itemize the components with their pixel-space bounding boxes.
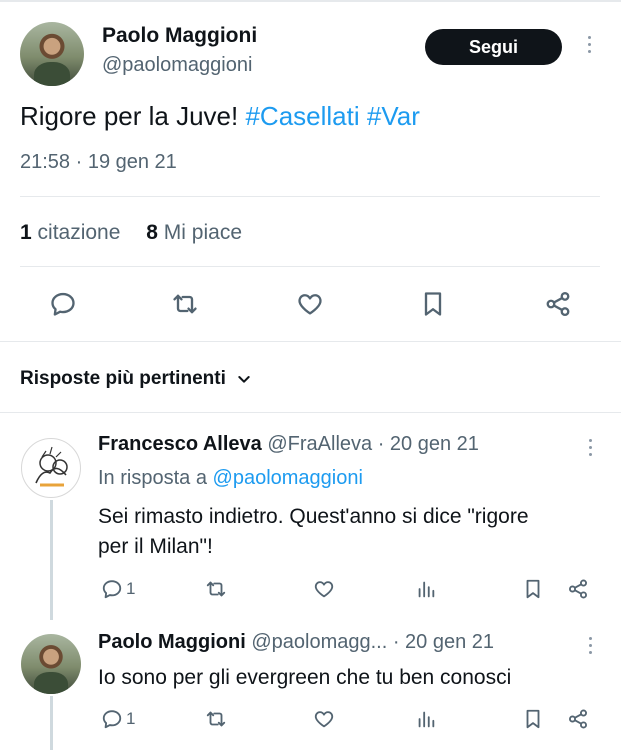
reply-header: Paolo Maggioni @paolomagg... · 20 gen 21	[98, 631, 494, 654]
tweet-timestamp[interactable]: 21:58 · 19 gen 21	[20, 151, 177, 174]
divider	[0, 412, 621, 413]
reply-icon	[102, 580, 122, 599]
top-border	[0, 0, 621, 2]
reply-author-name[interactable]: Paolo Maggioni	[98, 631, 246, 653]
views-icon	[418, 711, 435, 728]
author-avatar[interactable]	[20, 22, 84, 86]
views-icon	[418, 581, 435, 598]
retweet-icon	[206, 581, 226, 597]
reply-button[interactable]	[45, 286, 81, 322]
like-button[interactable]	[313, 576, 335, 602]
likes-stat[interactable]: 8 Mi piace	[146, 221, 242, 244]
reply-author-handle[interactable]: @paolomagg...	[251, 631, 387, 653]
reply-text: Sei rimasto indietro. Quest'anno si dice…	[98, 502, 598, 562]
more-icon[interactable]	[587, 637, 593, 659]
bookmark-button[interactable]	[522, 706, 544, 732]
author-handle[interactable]: @paolomaggioni	[102, 54, 252, 77]
likes-count: 8	[146, 221, 158, 244]
share-icon	[569, 579, 587, 599]
reply-button[interactable]: 1	[101, 706, 135, 732]
like-icon	[314, 581, 334, 598]
reply-count: 1	[126, 579, 136, 598]
share-icon	[569, 709, 587, 729]
bookmark-icon	[526, 709, 540, 729]
divider	[20, 266, 600, 267]
divider	[20, 196, 600, 197]
bookmark-icon	[424, 292, 442, 316]
reply-text-line: per il Milan"!	[98, 535, 213, 558]
reply-count: 1	[126, 709, 136, 728]
follow-button[interactable]: Segui	[425, 29, 562, 65]
tweet-text-plain: Rigore per la Juve!	[20, 101, 246, 131]
reply-icon	[102, 710, 122, 729]
replies-sort-dropdown[interactable]: Risposte più pertinenti	[20, 368, 252, 390]
more-icon[interactable]	[586, 36, 592, 58]
quotes-label: citazione	[37, 221, 121, 244]
reply-author-handle[interactable]: @FraAlleva	[267, 433, 372, 455]
reply-button[interactable]: 1	[101, 576, 135, 602]
likes-label: Mi piace	[163, 221, 242, 244]
in-reply-prefix: In risposta a	[98, 467, 213, 489]
quotes-stat[interactable]: 1 citazione	[20, 221, 120, 244]
tweet-text: Rigore per la Juve! #Casellati #Var	[20, 101, 420, 132]
like-button[interactable]	[313, 706, 335, 732]
reply-date[interactable]: · 20 gen 21	[393, 631, 494, 653]
bookmark-button[interactable]	[415, 286, 451, 322]
reply-text-line: Sei rimasto indietro. Quest'anno si dice…	[98, 505, 529, 528]
share-button[interactable]	[567, 576, 589, 602]
bookmark-icon	[526, 579, 540, 599]
retweet-icon	[173, 294, 197, 314]
divider	[0, 341, 621, 342]
share-icon	[546, 291, 570, 317]
retweet-button[interactable]	[167, 286, 203, 322]
bookmark-button[interactable]	[522, 576, 544, 602]
reply-text: Io sono per gli evergreen che tu ben con…	[98, 663, 598, 693]
hashtag-casellati[interactable]: #Casellati	[245, 101, 359, 131]
reply-avatar[interactable]	[21, 438, 81, 498]
reply-avatar[interactable]	[21, 634, 81, 694]
retweet-button[interactable]	[205, 576, 227, 602]
views-button[interactable]	[415, 706, 437, 732]
like-button[interactable]	[292, 286, 328, 322]
in-reply-to: In risposta a @paolomaggioni	[98, 467, 363, 490]
share-button[interactable]	[567, 706, 589, 732]
retweet-icon	[206, 711, 226, 727]
reply-date[interactable]: · 20 gen 21	[378, 433, 479, 455]
like-icon	[314, 711, 334, 728]
thread-line	[50, 696, 53, 750]
tweet-stats: 1 citazione 8 Mi piace	[20, 221, 262, 245]
hashtag-var[interactable]: #Var	[367, 101, 420, 131]
share-button[interactable]	[540, 286, 576, 322]
retweet-button[interactable]	[205, 706, 227, 732]
author-name[interactable]: Paolo Maggioni	[102, 24, 257, 48]
reply-header: Francesco Alleva @FraAlleva · 20 gen 21	[98, 433, 479, 456]
replies-section-title: Risposte più pertinenti	[20, 368, 226, 389]
reply-text-line: Io sono per gli evergreen che tu ben con…	[98, 666, 512, 689]
in-reply-mention[interactable]: @paolomaggioni	[213, 467, 363, 489]
like-icon	[298, 294, 322, 315]
more-icon[interactable]	[587, 439, 593, 461]
thread-line	[50, 500, 53, 620]
cartoon-avatar-image	[35, 446, 68, 487]
quotes-count: 1	[20, 221, 32, 244]
chevron-down-icon	[238, 376, 250, 383]
views-button[interactable]	[415, 576, 437, 602]
reply-author-name[interactable]: Francesco Alleva	[98, 433, 262, 455]
reply-icon	[51, 292, 75, 316]
